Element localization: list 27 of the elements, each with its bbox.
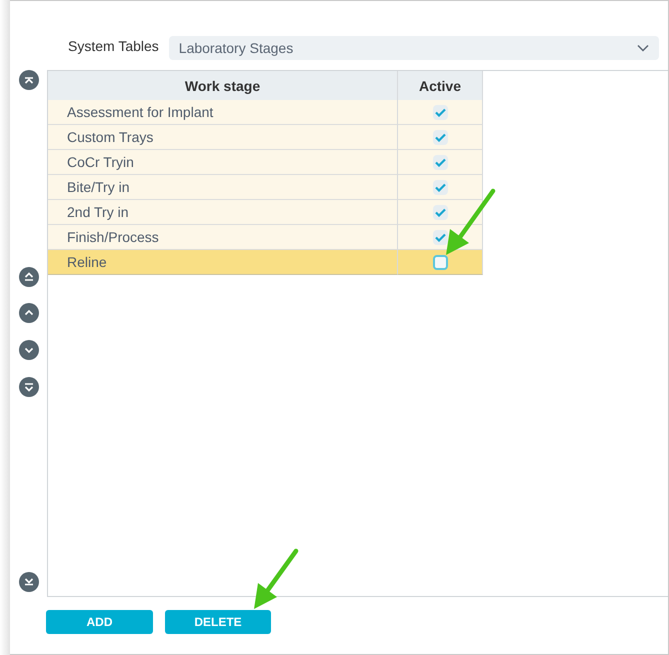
active-checkbox[interactable] — [432, 254, 448, 270]
annotation-arrow — [446, 188, 496, 255]
table-cell[interactable]: Bite/Try in — [48, 175, 398, 200]
table-cell[interactable]: Reline — [48, 250, 398, 275]
page-up-icon[interactable] — [18, 267, 38, 287]
table-cell[interactable]: 2nd Try in — [48, 200, 398, 225]
system-tables-label: System Tables — [68, 38, 159, 54]
active-checkbox[interactable] — [432, 130, 448, 144]
active-checkbox[interactable] — [432, 104, 448, 120]
move-up-icon[interactable] — [18, 303, 38, 323]
system-tables-select[interactable]: Laboratory Stages — [168, 36, 659, 60]
annotation-arrow — [254, 548, 298, 609]
active-checkbox[interactable] — [432, 204, 448, 220]
table-cell[interactable]: CoCr Tryin — [48, 150, 398, 175]
column-header[interactable]: Active — [398, 71, 483, 100]
column-header[interactable]: Work stage — [48, 71, 398, 100]
active-checkbox[interactable] — [432, 154, 448, 170]
table-cell[interactable]: Assessment for Implant — [48, 100, 398, 125]
active-checkbox[interactable] — [432, 180, 448, 194]
jump-to-top-icon[interactable] — [18, 70, 38, 90]
move-down-icon[interactable] — [18, 340, 38, 360]
table-cell[interactable]: Finish/Process — [48, 225, 398, 250]
page-down-icon[interactable] — [18, 377, 38, 397]
chevron-down-icon — [636, 44, 649, 52]
active-checkbox[interactable] — [432, 230, 448, 244]
jump-to-bottom-icon[interactable] — [18, 572, 38, 592]
table-cell[interactable]: Custom Trays — [48, 125, 398, 150]
